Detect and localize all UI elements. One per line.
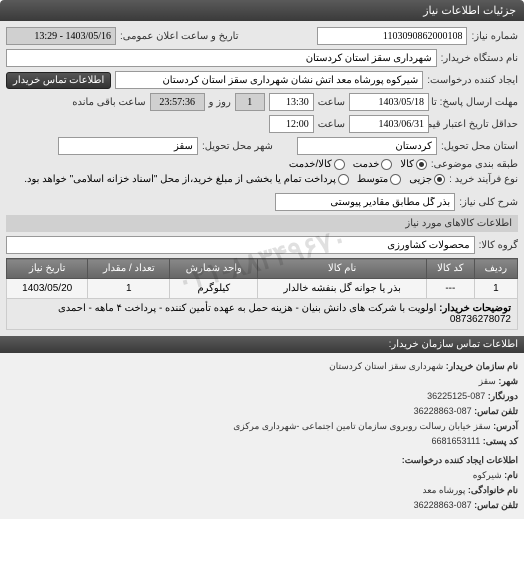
c-city-label: شهر: xyxy=(498,376,518,386)
th-qty: تعداد / مقدار xyxy=(88,259,170,279)
validity-time-input[interactable] xyxy=(269,115,314,133)
td-row: 1 xyxy=(474,279,517,299)
req-phone: 087-36228863 xyxy=(414,500,472,510)
c-org: شهرداری سقز استان کردستان xyxy=(329,361,443,371)
city-input[interactable] xyxy=(58,137,198,155)
radio-medium-label: متوسط xyxy=(357,174,388,185)
c-phone: 087-36228863 xyxy=(414,406,472,416)
items-table: ردیف کد کالا نام کالا واحد شمارش تعداد /… xyxy=(6,258,518,330)
city-label: شهر محل تحویل: xyxy=(202,141,273,152)
remain-days-input xyxy=(235,93,265,111)
validity-date-input[interactable] xyxy=(349,115,429,133)
radio-small-circle xyxy=(434,174,445,185)
req-name-label: نام: xyxy=(504,470,518,480)
radio-service-label: خدمت xyxy=(353,159,380,170)
radio-service[interactable]: خدمت xyxy=(353,159,393,170)
deadline-date-input[interactable] xyxy=(349,93,429,111)
req-phone-label: تلفن تماس: xyxy=(474,500,518,510)
radio-note[interactable]: پرداخت تمام یا بخشی از مبلغ خرید،از محل … xyxy=(24,174,349,185)
deadline-time-input[interactable] xyxy=(269,93,314,111)
contact-buyer-button[interactable]: اطلاعات تماس خریدار xyxy=(6,72,111,89)
radio-service-circle xyxy=(381,159,392,170)
req-family: پورشاه معد xyxy=(423,485,466,495)
announce-date-input xyxy=(6,27,116,45)
th-unit: واحد شمارش xyxy=(170,259,258,279)
td-name: بذر یا جوانه گل بنفشه خالدار xyxy=(258,279,426,299)
c-fax-label: دورنگار: xyxy=(488,391,518,401)
radio-medium[interactable]: متوسط xyxy=(357,174,401,185)
td-qty: 1 xyxy=(88,279,170,299)
radio-note-circle xyxy=(338,174,349,185)
requester-input[interactable] xyxy=(115,71,423,89)
radio-small-label: جزیی xyxy=(409,174,432,185)
time-label-1: ساعت xyxy=(318,97,345,108)
table-row[interactable]: 1 --- بذر یا جوانه گل بنفشه خالدار کیلوگ… xyxy=(7,279,518,299)
contact-header: اطلاعات تماس سازمان خریدار: xyxy=(0,336,524,353)
remain-days-label: روز و xyxy=(209,97,231,108)
req-name: شیرکوه xyxy=(473,470,502,480)
c-fax: 087-36225125 xyxy=(427,391,485,401)
td-date: 1403/05/20 xyxy=(7,279,88,299)
need-number-label: شماره نیاز: xyxy=(471,31,518,42)
purchase-type-label: نوع فرآیند خرید : xyxy=(449,174,518,185)
group-label: گروه کالا: xyxy=(479,240,518,251)
th-date: تاریخ نیاز xyxy=(7,259,88,279)
radio-goods-circle xyxy=(416,159,427,170)
radio-goods[interactable]: کالا xyxy=(400,159,427,170)
req-header: اطلاعات ایجاد کننده درخواست: xyxy=(402,455,518,465)
c-address: سقز خیابان رسالت روبروی سازمان تامین اجت… xyxy=(233,421,490,431)
province-label: استان محل تحویل: xyxy=(441,141,518,152)
radio-small[interactable]: جزیی xyxy=(409,174,445,185)
th-row: ردیف xyxy=(474,259,517,279)
deadline-label: مهلت ارسال پاسخ: تا تاریخ: xyxy=(433,97,518,108)
desc-label: شرح کلی نیاز: xyxy=(459,197,518,208)
radio-medium-circle xyxy=(390,174,401,185)
items-section-title: اطلاعات کالاهای مورد نیاز xyxy=(6,215,518,232)
req-family-label: نام خانوادگی: xyxy=(468,485,518,495)
contact-section: نام سازمان خریدار: شهرداری سقز استان کرد… xyxy=(0,353,524,519)
notes-row: توضیحات خریدار: اولویت با شرکت های دانش … xyxy=(7,299,518,330)
radio-goods-service[interactable]: کالا/خدمت xyxy=(289,159,345,170)
group-input[interactable] xyxy=(6,236,475,254)
th-code: کد کالا xyxy=(426,259,474,279)
desc-input[interactable] xyxy=(275,193,455,211)
radio-note-label: پرداخت تمام یا بخشی از مبلغ خرید،از محل … xyxy=(24,174,336,185)
radio-gs-circle xyxy=(334,159,345,170)
category-label: طبقه بندی موضوعی: xyxy=(431,159,518,170)
radio-goods-label: کالا xyxy=(400,159,414,170)
category-radio-group: کالا خدمت کالا/خدمت xyxy=(289,159,427,170)
c-postal-label: کد پستی: xyxy=(483,436,518,446)
announce-label: تاریخ و ساعت اعلان عمومی: xyxy=(120,31,239,42)
remain-time-input xyxy=(150,93,205,111)
validity-label: حداقل تاریخ اعتبار قیمت: تا تاریخ: xyxy=(433,119,518,130)
buyer-org-label: نام دستگاه خریدار: xyxy=(441,53,518,64)
c-phone-label: تلفن تماس: xyxy=(474,406,518,416)
radio-gs-label: کالا/خدمت xyxy=(289,159,332,170)
buyer-org-input[interactable] xyxy=(6,49,437,67)
time-label-2: ساعت xyxy=(318,119,345,130)
panel-title: جزئیات اطلاعات نیاز xyxy=(0,0,524,21)
c-address-label: آدرس: xyxy=(493,421,518,431)
c-city: سقز xyxy=(479,376,496,386)
c-postal: 6681653111 xyxy=(432,436,481,446)
purchase-type-radio-group: جزیی متوسط پرداخت تمام یا بخشی از مبلغ خ… xyxy=(24,174,445,185)
c-org-label: نام سازمان خریدار: xyxy=(446,361,518,371)
remain-label: ساعت باقی مانده xyxy=(72,97,145,108)
notes-label: توضیحات خریدار: xyxy=(439,303,511,314)
td-code: --- xyxy=(426,279,474,299)
need-number-input[interactable] xyxy=(317,27,467,45)
th-name: نام کالا xyxy=(258,259,426,279)
province-input[interactable] xyxy=(297,137,437,155)
td-unit: کیلوگرم xyxy=(170,279,258,299)
requester-label: ایجاد کننده درخواست: xyxy=(427,75,518,86)
